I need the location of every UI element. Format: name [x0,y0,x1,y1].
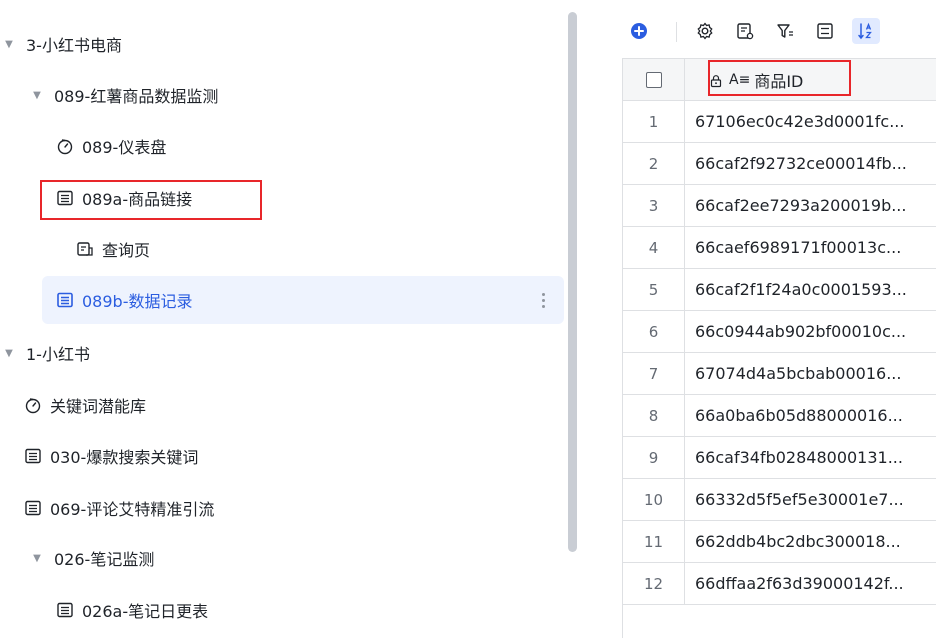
select-all-checkbox[interactable] [645,72,662,88]
tree-item-label: 026-笔记监测 [54,550,155,569]
form-icon [76,240,94,258]
table-row[interactable]: 2 66caf2f92732ce00014fb... [623,143,936,185]
group-icon[interactable] [814,20,836,42]
product-id-cell[interactable]: 67106ec0c42e3d0001fc... [695,101,935,142]
tree-item-table-089b[interactable]: 089b-数据记录 [56,280,192,320]
table-row[interactable]: 1 67106ec0c42e3d0001fc... [623,101,936,143]
table-icon [56,291,74,309]
tree-item-label: 089b-数据记录 [82,292,193,311]
tree-item-label: 026a-笔记日更表 [82,602,209,621]
tree-item-form-query[interactable]: 查询页 [76,229,150,269]
row-index[interactable]: 2 [623,143,685,184]
field-settings-icon[interactable] [734,20,756,42]
tree-item-table-069[interactable]: 069-评论艾特精准引流 [24,488,214,528]
row-index[interactable]: 4 [623,227,685,268]
tree-item-table-030[interactable]: 030-爆款搜索关键词 [24,436,198,476]
row-index[interactable]: 9 [623,437,685,478]
tree-item-label: 030-爆款搜索关键词 [50,448,199,467]
tree-item-folder-xhs-ecommerce[interactable]: ▼ 3-小红书电商 [4,24,122,64]
filter-icon[interactable] [774,20,796,42]
table-row[interactable]: 8 66a0ba6b05d88000016... [623,395,936,437]
table-icon [56,601,74,619]
product-id-cell[interactable]: 66dffaa2f63d39000142f... [695,563,935,604]
tree-item-dashboard-keywords[interactable]: 关键词潜能库 [24,385,146,425]
tree-item-label: 3-小红书电商 [26,36,122,55]
row-index[interactable]: 10 [623,479,685,520]
product-id-cell[interactable]: 66a0ba6b05d88000016... [695,395,935,436]
table-row[interactable]: 3 66caf2ee7293a200019b... [623,185,936,227]
dashboard-icon [24,396,42,414]
sort-icon[interactable] [852,18,880,44]
toolbar-divider [676,22,677,42]
product-id-cell[interactable]: 67074d4a5bcbab00016... [695,353,935,394]
product-id-cell[interactable]: 66caf2ee7293a200019b... [695,185,935,226]
table-icon [24,447,42,465]
tree-item-folder-026[interactable]: ▼ 026-笔记监测 [32,538,154,578]
row-index[interactable]: 12 [623,563,685,604]
tree-item-label: 089-红薯商品数据监测 [54,87,219,106]
table-row[interactable]: 5 66caf2f1f24a0c0001593... [623,269,936,311]
table-row[interactable]: 6 66c0944ab902bf00010c... [623,311,936,353]
product-id-cell[interactable]: 662ddb4bc2dbc300018... [695,521,935,562]
tree-item-label: 069-评论艾特精准引流 [50,500,215,519]
product-id-cell[interactable]: 66caf2f92732ce00014fb... [695,143,935,184]
select-all-cell[interactable] [623,59,685,101]
row-index[interactable]: 11 [623,521,685,562]
sidebar-scrollbar[interactable] [568,12,577,552]
more-vertical-icon[interactable] [536,288,550,312]
table-icon [24,499,42,517]
product-id-cell[interactable]: 66caf34fb02848000131... [695,437,935,478]
dashboard-icon [56,137,74,155]
product-id-cell[interactable]: 66c0944ab902bf00010c... [695,311,935,352]
tree-item-dashboard-089[interactable]: 089-仪表盘 [56,126,166,166]
row-index[interactable]: 6 [623,311,685,352]
add-circle-icon[interactable] [628,20,650,42]
highlight-box [40,180,262,220]
product-id-cell[interactable]: 66caf2f1f24a0c0001593... [695,269,935,310]
tree-item-label: 关键词潜能库 [50,397,147,416]
product-id-cell[interactable]: 66332d5f5ef5e30001e7... [695,479,935,520]
tree-item-label: 查询页 [102,241,151,260]
caret-down-icon[interactable]: ▼ [32,553,42,564]
highlight-box [708,60,851,96]
row-index[interactable]: 7 [623,353,685,394]
row-index[interactable]: 1 [623,101,685,142]
table-row[interactable]: 4 66caef6989171f00013c... [623,227,936,269]
data-table: A≡ 商品ID 1 67106ec0c42e3d0001fc... 2 66caf2f… [622,58,936,638]
product-id-cell[interactable]: 66caef6989171f00013c... [695,227,935,268]
caret-down-icon[interactable]: ▼ [4,348,14,359]
row-index[interactable]: 5 [623,269,685,310]
table-row[interactable]: 12 66dffaa2f63d39000142f... [623,563,936,605]
tree-item-folder-089[interactable]: ▼ 089-红薯商品数据监测 [32,75,218,115]
row-index[interactable]: 8 [623,395,685,436]
table-row[interactable]: 7 67074d4a5bcbab00016... [623,353,936,395]
tree-item-label: 089-仪表盘 [82,138,167,157]
sidebar-tree: ▼ 3-小红书电商 ▼ 089-红薯商品数据监测 089-仪表盘 089a-商品… [0,0,566,638]
caret-down-icon[interactable]: ▼ [4,39,14,50]
table-row[interactable]: 10 66332d5f5ef5e30001e7... [623,479,936,521]
settings-icon[interactable] [694,20,716,42]
tree-item-table-026a[interactable]: 026a-笔记日更表 [56,590,208,630]
table-row[interactable]: 11 662ddb4bc2dbc300018... [623,521,936,563]
table-row[interactable]: 9 66caf34fb02848000131... [623,437,936,479]
row-index[interactable]: 3 [623,185,685,226]
caret-down-icon[interactable]: ▼ [32,90,42,101]
tree-item-folder-xhs[interactable]: ▼ 1-小红书 [4,333,90,373]
grid-toolbar [580,10,936,52]
tree-item-label: 1-小红书 [26,345,90,364]
